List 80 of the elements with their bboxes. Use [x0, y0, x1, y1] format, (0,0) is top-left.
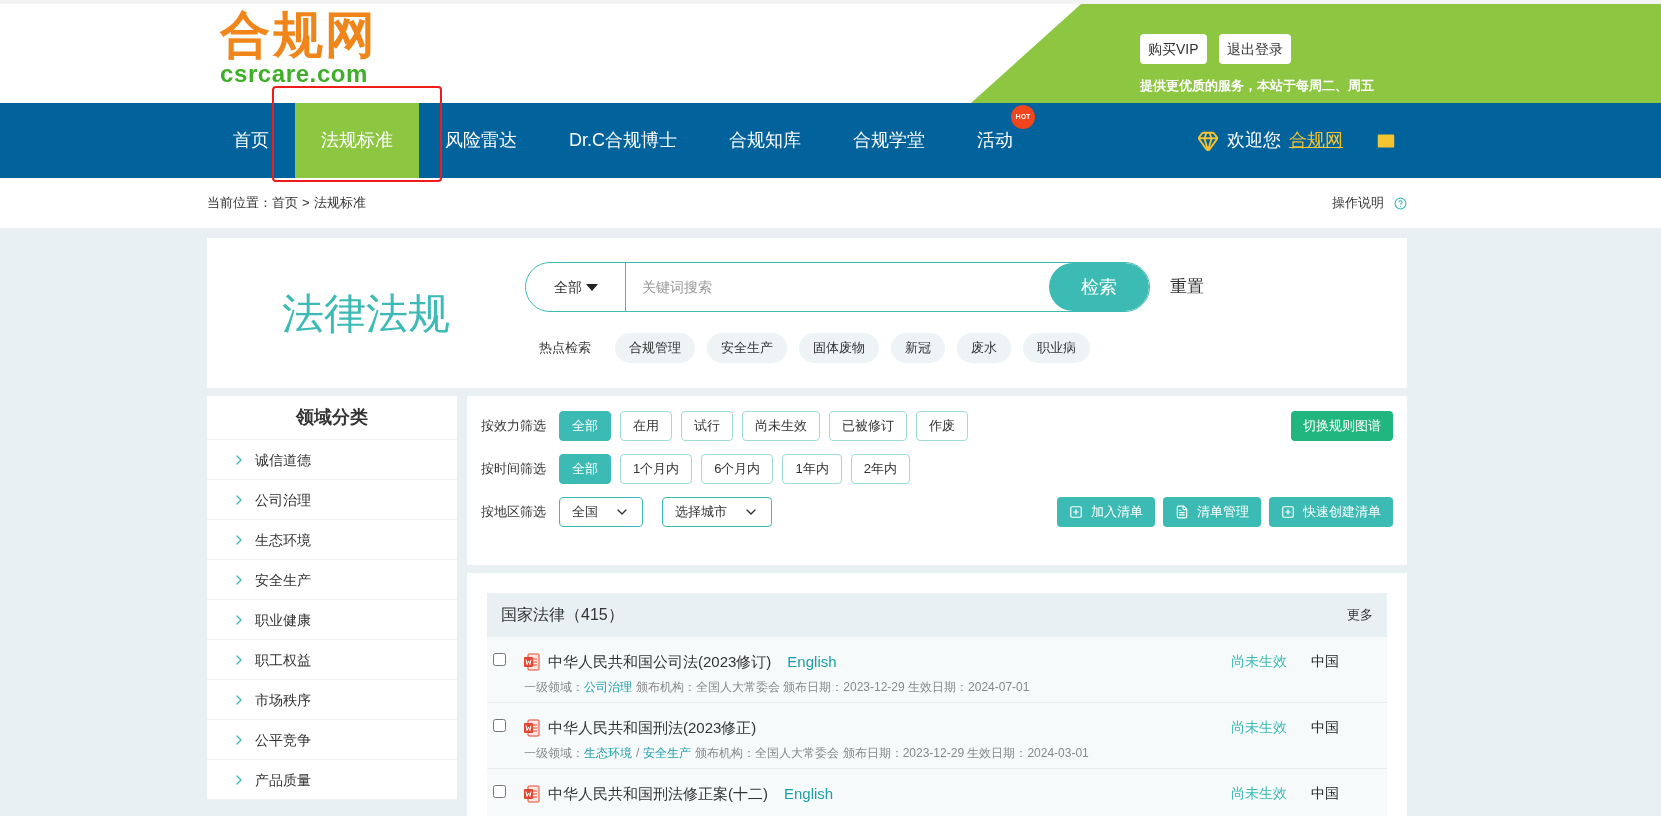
document-icon: [1175, 505, 1189, 519]
filter-label: 按效力筛选: [481, 417, 546, 436]
law-region: 中国: [1311, 784, 1340, 803]
list-title: 国家法律（415）: [501, 605, 624, 625]
law-details: 颁布机构：全国人大常委会 颁布日期：2023-12-29 生效日期：2024-03-01: [695, 744, 1089, 762]
filter-option[interactable]: 6个月内: [701, 454, 774, 484]
nav-tab[interactable]: 首页: [207, 103, 295, 178]
hot-search-tag[interactable]: 废水: [957, 333, 1011, 363]
caret-icon: [585, 283, 598, 291]
law-title-link[interactable]: 中华人民共和国刑法修正案(十二): [548, 783, 768, 806]
row-checkbox[interactable]: [493, 719, 506, 732]
hot-search-tag[interactable]: 固体废物: [799, 333, 879, 363]
law-region: 中国: [1311, 652, 1340, 671]
region-select[interactable]: 全国: [559, 497, 643, 527]
breadcrumb-link[interactable]: 首页: [272, 193, 298, 213]
filter-option[interactable]: 2年内: [850, 454, 910, 484]
service-notice: 提供更优质的服务，本站于每周二、周五: [1140, 77, 1374, 95]
sidebar-item[interactable]: 安全生产: [207, 560, 457, 600]
filter-option[interactable]: 已被修订: [829, 411, 907, 441]
filter-label: 按地区筛选: [481, 503, 546, 522]
nav-tab[interactable]: 合规知库: [703, 103, 827, 178]
logo-domain: csrcare.com: [220, 62, 370, 86]
filter-option[interactable]: 尚未生效: [742, 411, 820, 441]
nav-tab[interactable]: 风险雷达: [419, 103, 543, 178]
filter-option[interactable]: 作废: [916, 411, 968, 441]
sidebar-item[interactable]: 职业健康: [207, 600, 457, 640]
header-button[interactable]: 退出登录: [1218, 34, 1291, 64]
plus-icon: [1281, 505, 1295, 519]
user-link[interactable]: 合规网: [1289, 127, 1343, 154]
row-checkbox[interactable]: [493, 653, 506, 666]
law-title-link[interactable]: 中华人民共和国刑法(2023修正): [548, 717, 757, 740]
region-select[interactable]: 选择城市: [662, 497, 772, 527]
sidebar-item[interactable]: 职工权益: [207, 640, 457, 680]
hot-search-tag[interactable]: 合规管理: [615, 333, 695, 363]
breadcrumb-link[interactable]: 法规标准: [313, 193, 366, 213]
law-title-link[interactable]: 中华人民共和国公司法(2023修订): [548, 651, 772, 674]
header-button[interactable]: 购买VIP: [1140, 34, 1207, 64]
search-field[interactable]: 全部 关键词搜索 检索: [525, 262, 1150, 312]
filter-label: 按时间筛选: [481, 460, 546, 479]
sidebar-item[interactable]: 公平竞争: [207, 720, 457, 760]
filter-option[interactable]: 在用: [620, 411, 672, 441]
help-icon[interactable]: [1394, 196, 1407, 210]
law-status: 尚未生效: [1231, 718, 1288, 737]
document-icon: [524, 653, 540, 672]
sidebar-item[interactable]: 产品质量: [207, 760, 457, 800]
domain-label: 一级领域：: [524, 678, 584, 696]
hot-search-tag[interactable]: 职业病: [1023, 333, 1090, 363]
hot-search-label: 热点检索: [539, 339, 591, 358]
sidebar-item[interactable]: 诚信道德: [207, 440, 457, 480]
document-icon: [524, 719, 540, 738]
reset-button[interactable]: 重置: [1170, 274, 1204, 300]
law-status: 尚未生效: [1231, 784, 1288, 803]
more-link[interactable]: 更多: [1347, 605, 1373, 625]
welcome-text: 欢迎您: [1227, 129, 1281, 152]
plus-icon: [1069, 505, 1083, 519]
hot-search-tag[interactable]: 安全生产: [707, 333, 787, 363]
breadcrumb-separator: >: [302, 194, 310, 213]
law-status: 尚未生效: [1231, 652, 1288, 671]
breadcrumb-label: 当前位置：: [207, 194, 272, 213]
hot-search-tag[interactable]: 新冠: [891, 333, 945, 363]
document-icon: [524, 785, 540, 804]
nav-tab[interactable]: 合规学堂: [827, 103, 951, 178]
sidebar-item[interactable]: 生态环境: [207, 520, 457, 560]
domain-separator: /: [636, 744, 640, 762]
scope-dropdown[interactable]: 全部: [526, 263, 626, 311]
sidebar-item[interactable]: 公司治理: [207, 480, 457, 520]
row-checkbox[interactable]: [493, 785, 506, 798]
sidebar-title: 领域分类: [207, 396, 457, 440]
diamond-icon: [1197, 129, 1219, 152]
filter-option[interactable]: 1个月内: [620, 454, 693, 484]
law-region: 中国: [1311, 718, 1340, 737]
logo-title: 合规网: [220, 8, 379, 62]
filter-option[interactable]: 试行: [681, 411, 733, 441]
page-title: 法律法规: [281, 288, 451, 339]
nav-tab[interactable]: Dr.C合规博士: [543, 103, 703, 178]
domain-label: 一级领域：: [524, 744, 584, 762]
filter-option[interactable]: 1年内: [782, 454, 842, 484]
help-link[interactable]: 操作说明: [1332, 193, 1384, 213]
law-details: 颁布机构：全国人大常委会 颁布日期：2023-12-29 生效日期：2024-07-01: [636, 678, 1030, 696]
sidebar-item[interactable]: 市场秩序: [207, 680, 457, 720]
